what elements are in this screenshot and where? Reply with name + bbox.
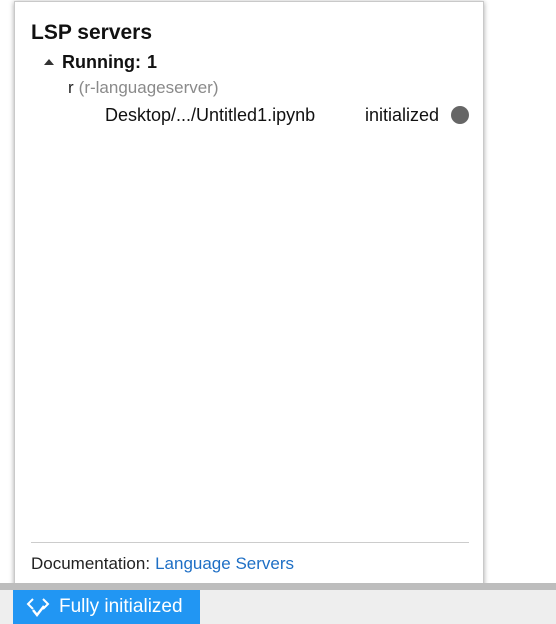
lsp-servers-popup: LSP servers Running: 1 r (r-languageserve… bbox=[14, 1, 484, 590]
document-row: Desktop/.../Untitled1.ipynb initialized bbox=[105, 103, 469, 127]
running-label-text: Running: bbox=[62, 52, 141, 72]
server-name: r bbox=[68, 78, 74, 97]
lsp-status-button[interactable]: Fully initialized bbox=[13, 590, 200, 624]
document-status: initialized bbox=[364, 104, 439, 125]
caret-up-icon[interactable] bbox=[44, 58, 54, 65]
documentation-footer: Documentation: Language Servers bbox=[31, 554, 294, 574]
language-servers-link[interactable]: Language Servers bbox=[155, 554, 294, 573]
statusbar: Fully initialized bbox=[0, 590, 556, 624]
server-item: r (r-languageserver) bbox=[68, 78, 219, 98]
running-count: 1 bbox=[146, 52, 157, 72]
server-description: (r-languageserver) bbox=[78, 78, 219, 97]
app-root: LSP servers Running: 1 r (r-languageserve… bbox=[0, 0, 556, 624]
divider bbox=[31, 542, 469, 543]
document-path: Desktop/.../Untitled1.ipynb bbox=[105, 104, 316, 125]
documentation-label: Documentation: bbox=[31, 554, 151, 573]
running-label: Running: 1 bbox=[62, 52, 157, 73]
running-servers-toggle[interactable]: Running: 1 bbox=[44, 52, 157, 73]
popup-title: LSP servers bbox=[31, 21, 153, 44]
status-dot-icon bbox=[451, 106, 469, 124]
code-check-icon bbox=[25, 594, 51, 620]
lsp-status-label: Fully initialized bbox=[59, 596, 183, 617]
statusbar-border bbox=[0, 583, 556, 590]
